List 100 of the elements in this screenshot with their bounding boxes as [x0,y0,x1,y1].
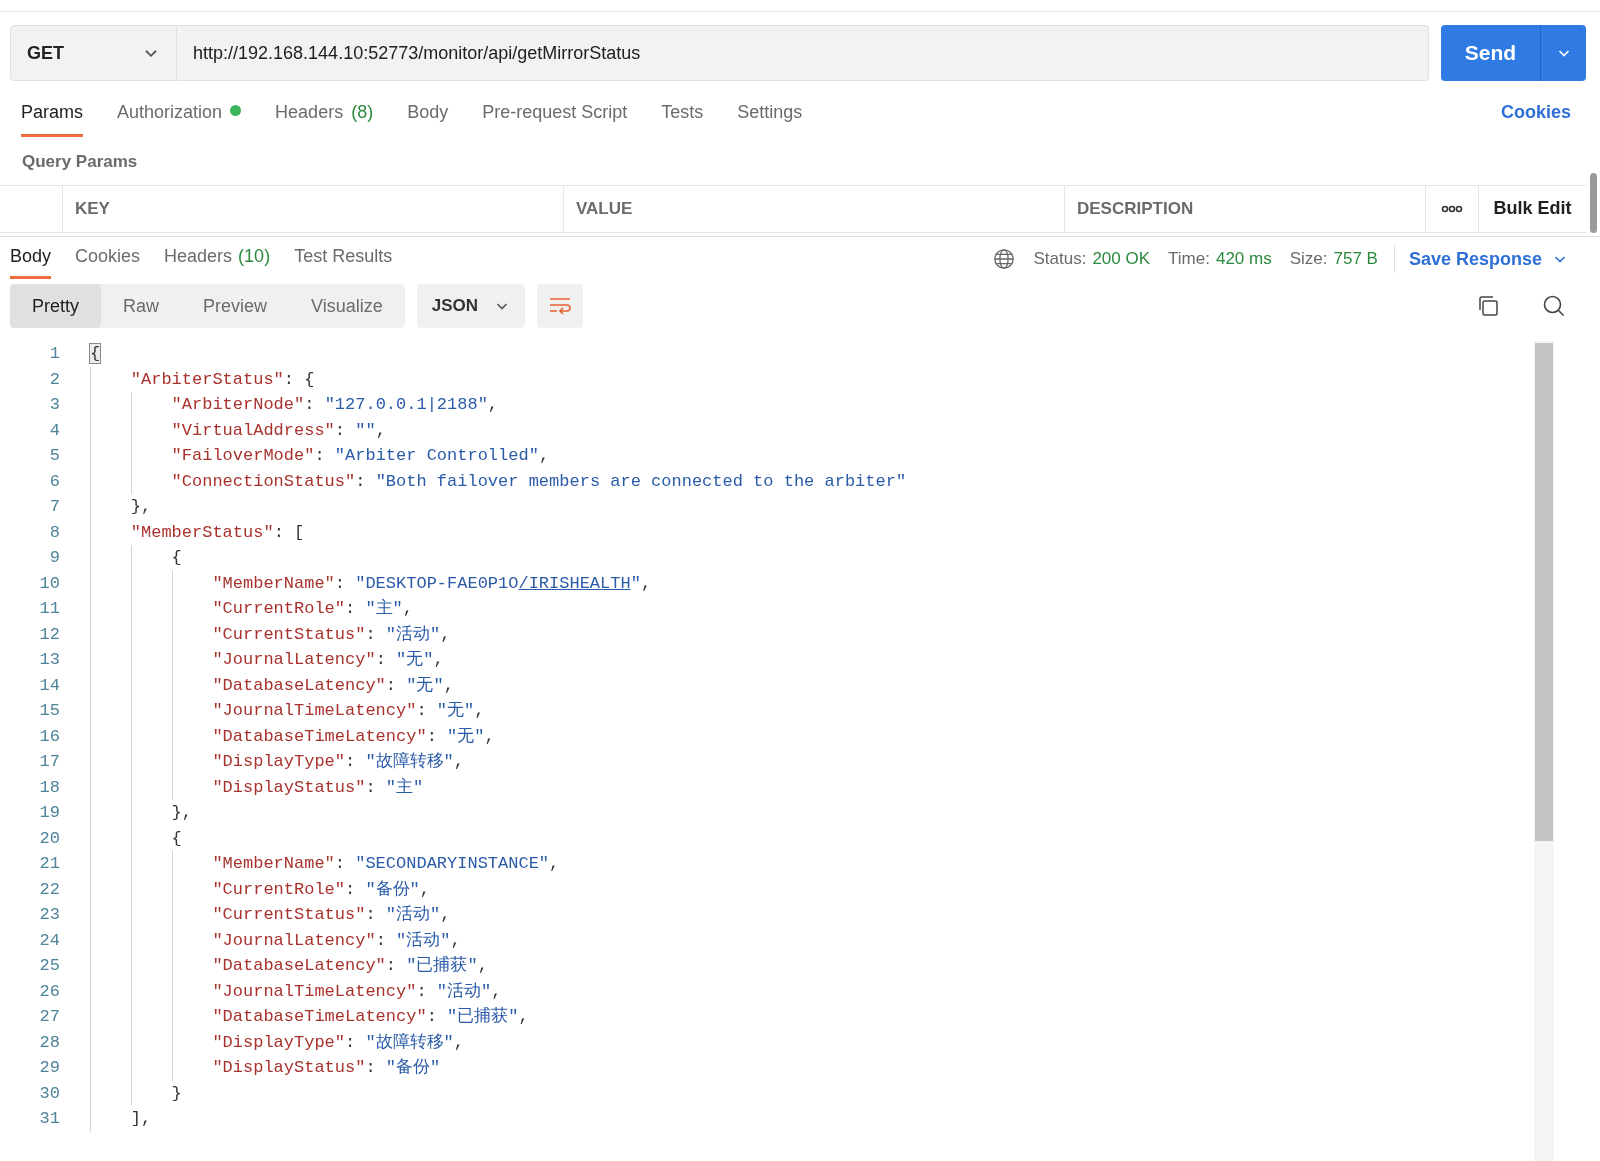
code-line: "CurrentStatus": "活动", [212,623,451,646]
line-number: 13 [38,649,61,671]
response-tab[interactable]: Cookies [75,239,141,279]
line-number: 14 [38,674,61,697]
code-line: "JournalTimeLatency": "无", [212,700,485,722]
request-tab[interactable]: Pre-request Script [482,99,628,137]
scrollbar[interactable] [1534,341,1554,1161]
code-line: "MemberName": "SECONDARYINSTANCE", [212,853,560,875]
status-label: Status: [1033,248,1087,271]
line-number: 8 [48,521,61,544]
code-line: ], [130,1108,152,1130]
code-line: { [171,827,182,850]
globe-icon [993,248,1016,270]
line-number: 25 [38,955,61,977]
code-line: "VirtualAddress": "", [171,419,386,442]
response-tab[interactable]: Headers (10) [164,239,271,279]
line-number: 23 [38,904,61,926]
time-label: Time: [1168,248,1210,271]
more-icon [1441,204,1463,213]
line-number: 20 [38,827,61,850]
code-line: }, [171,802,192,824]
cookies-link[interactable]: Cookies [1500,99,1579,137]
column-header: KEY [75,197,110,220]
code-line: }, [130,496,152,518]
wrap-lines-icon [547,296,572,316]
line-number: 12 [38,623,61,646]
code-line: "CurrentRole": "主", [212,597,414,620]
request-tab[interactable]: Params [21,99,83,137]
code-line: "JournalLatency": "活动", [212,929,461,952]
view-mode-tab[interactable]: Pretty [10,284,101,328]
save-response-button[interactable]: Save Response [1408,245,1568,273]
code-line: "JournalTimeLatency": "活动", [212,980,502,1003]
code-line: "DatabaseLatency": "无", [212,674,454,697]
search-icon[interactable] [1542,294,1566,318]
code-line: "DatabaseTimeLatency": "无", [212,725,495,748]
code-line: "ArbiterNode": "127.0.0.1|2188", [171,394,499,416]
line-number: 21 [38,853,61,875]
code-link[interactable]: /IRISHEALTH [518,573,631,593]
time-value: 420 ms [1215,248,1272,271]
code-line: "ConnectionStatus": "Both failover members are connected to the arbiter" [171,470,907,493]
line-number: 16 [38,725,61,748]
code-line: "MemberName": "DESKTOP-FAE0P1O/IRISHEALTH", [212,572,652,595]
response-tab[interactable]: Test Results [294,239,393,279]
view-mode-tab[interactable]: Preview [181,284,290,328]
send-button[interactable]: Send [1441,25,1541,81]
status-value: 200 OK [1092,248,1151,271]
view-mode-tab[interactable]: Visualize [289,284,405,328]
code-line: "MemberStatus": [ [130,521,305,544]
wrap-lines-button[interactable] [536,284,583,328]
code-line: "DisplayStatus": "主" [212,776,424,799]
code-line: { [171,547,182,569]
line-number: 26 [38,980,61,1003]
line-number: 30 [38,1082,61,1105]
line-number: 2 [48,368,61,391]
line-number: 5 [48,445,61,467]
column-header: DESCRIPTION [1077,197,1194,220]
code-line: "DatabaseTimeLatency": "已捕获", [212,1006,529,1028]
size-value: 757 B [1333,248,1378,271]
line-number: 9 [48,547,61,569]
code-line: "ArbiterStatus": { [130,368,315,391]
view-mode-tab[interactable]: Raw [101,284,182,328]
code-line: } [171,1082,182,1105]
line-number: 29 [38,1057,61,1079]
request-tab[interactable]: Authorization [117,99,242,137]
url-field[interactable]: http://192.168.144.10:52773/monitor/api/getMirrorStatus [177,25,1429,81]
line-number: 3 [48,394,61,416]
method-dropdown[interactable]: GET [10,25,177,81]
line-number: 10 [38,572,61,595]
code-line: "DisplayType": "故障转移", [212,751,465,773]
copy-icon[interactable] [1476,294,1500,318]
line-number: 31 [38,1108,61,1130]
code-line: "DisplayType": "故障转移", [212,1031,465,1054]
column-header: VALUE [576,197,633,220]
bulk-edit-button[interactable]: Bulk Edit [1479,185,1586,232]
request-tab[interactable]: Tests [661,99,704,137]
line-number: 24 [38,929,61,952]
code-line: "DisplayStatus": "备份" [212,1057,441,1079]
request-tab[interactable]: Body [407,99,449,137]
line-number: 1 [48,343,61,365]
request-tab[interactable]: Headers (8) [275,99,374,137]
line-number: 7 [48,496,61,518]
code-line: "JournalLatency": "无", [212,649,444,671]
response-tab[interactable]: Body [10,239,52,279]
line-number: 6 [48,470,61,493]
line-number: 18 [38,776,61,799]
line-number: 19 [38,802,61,824]
line-number: 27 [38,1006,61,1028]
code-line: "FailoverMode": "Arbiter Controlled", [171,445,550,467]
size-label: Size: [1289,248,1328,271]
line-number: 22 [38,878,61,901]
line-number: 17 [38,751,61,773]
line-number: 4 [48,419,61,442]
line-number: 15 [38,700,61,722]
request-tab[interactable]: Settings [737,99,803,137]
line-number: 11 [38,598,61,620]
code-line: "DatabaseLatency": "已捕获", [212,955,488,977]
format-dropdown[interactable]: JSON [416,284,525,328]
code-line: "CurrentStatus": "活动", [212,904,451,926]
section-title: Query Params [22,152,138,171]
line-number: 28 [38,1031,61,1054]
